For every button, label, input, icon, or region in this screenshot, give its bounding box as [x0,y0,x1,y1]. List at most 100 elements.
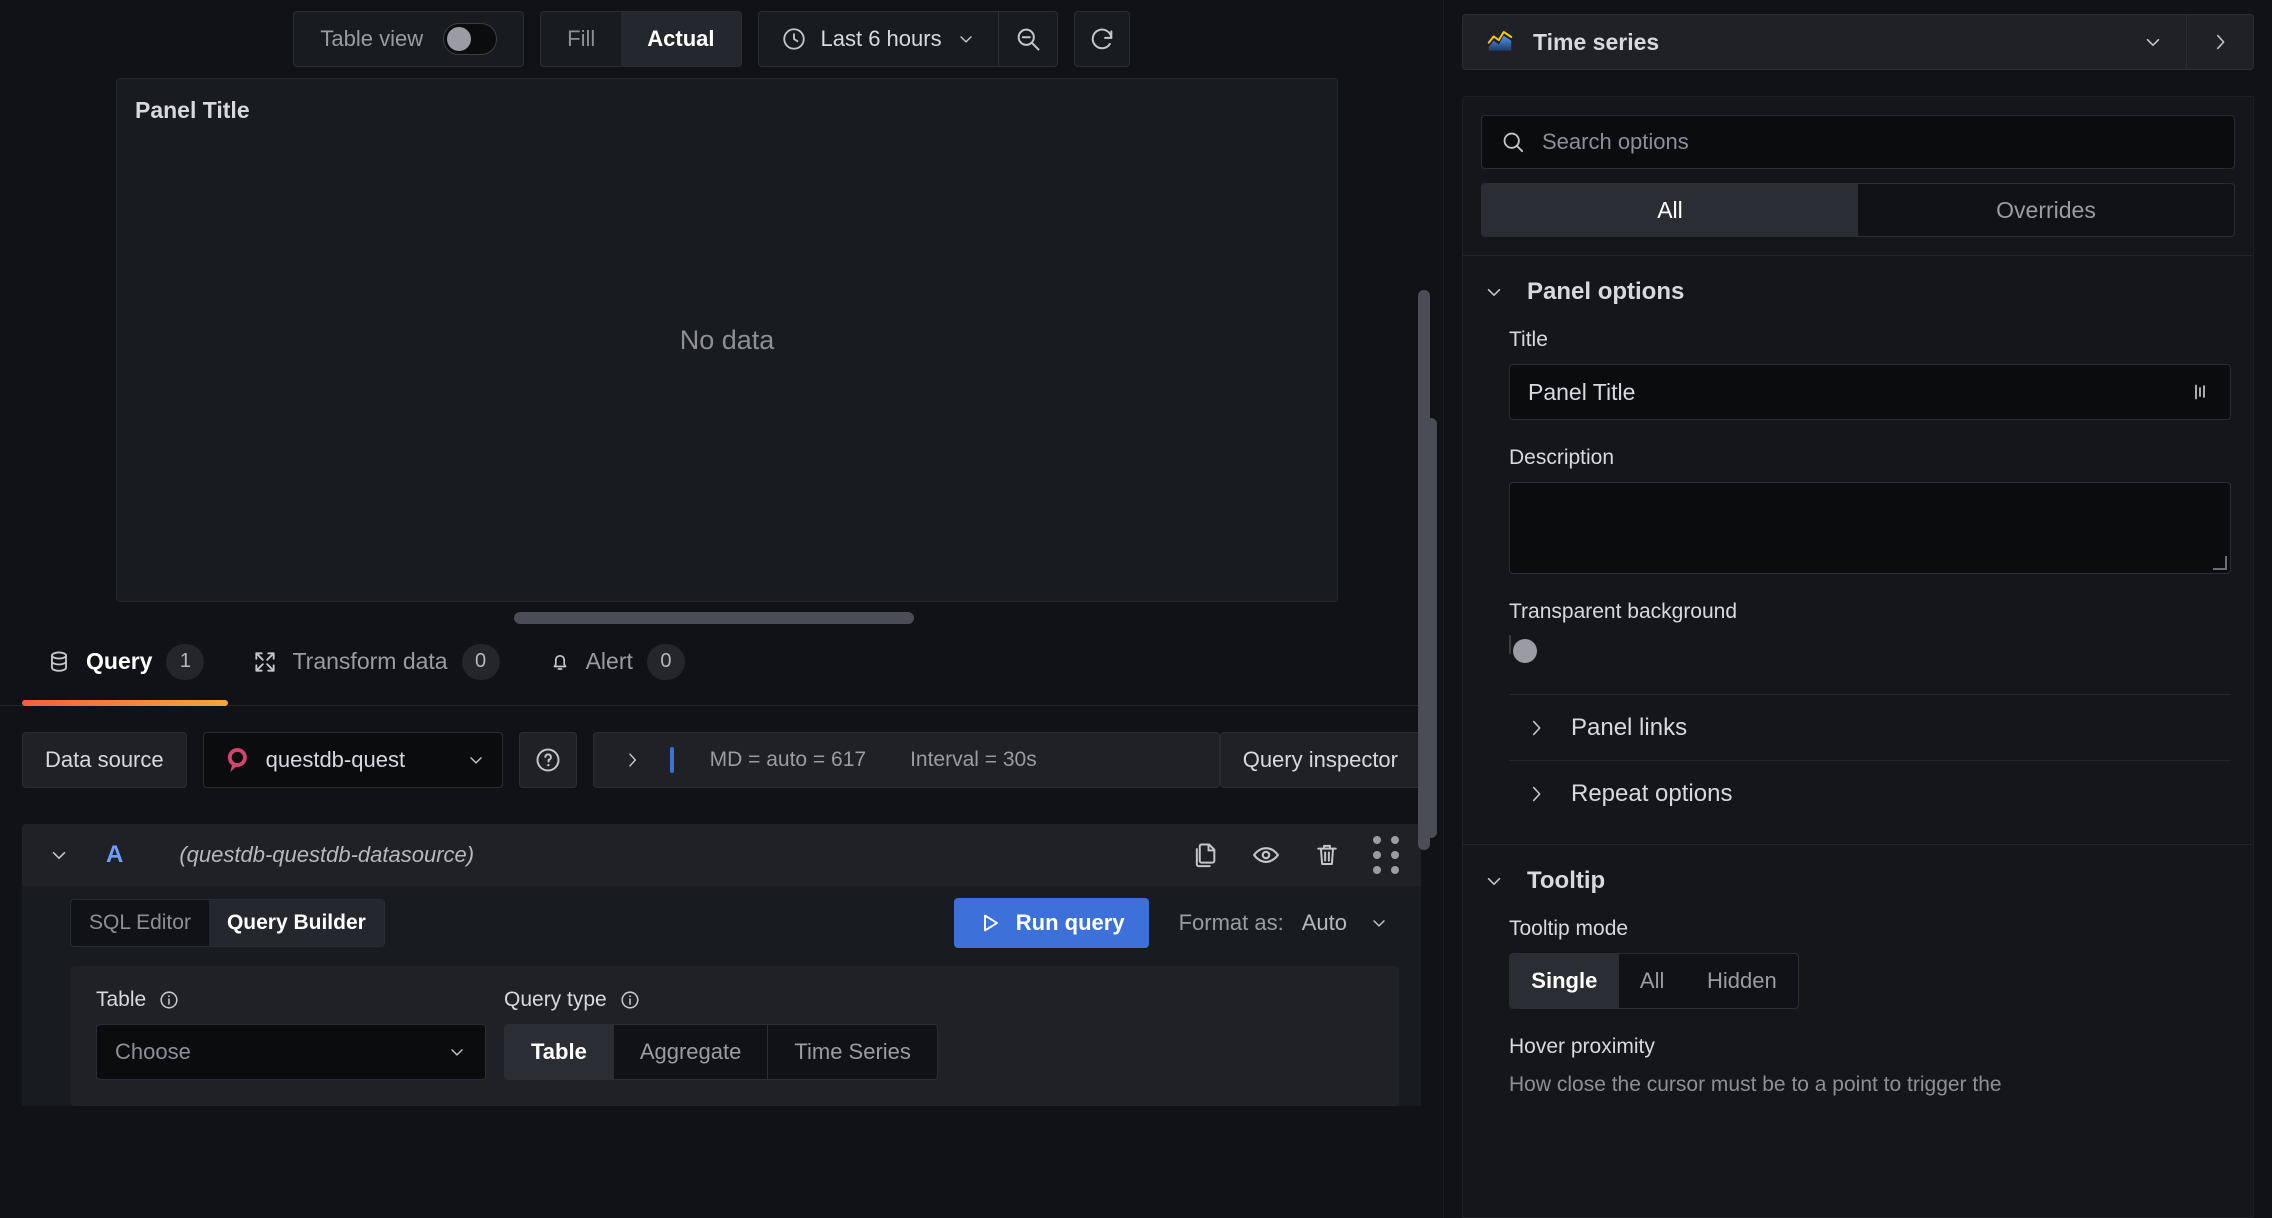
chevron-right-icon [2209,31,2231,53]
table-field-label-row: Table [96,988,486,1012]
search-options-box[interactable] [1481,115,2235,169]
info-circle-icon[interactable] [619,989,641,1011]
dashboard-variables-icon[interactable] [2188,380,2212,404]
chevron-down-icon [1483,870,1505,892]
tab-all[interactable]: All [1482,184,1858,236]
panel-options-title: Panel options [1527,278,1685,305]
query-type-label-row: Query type [504,988,938,1012]
chevron-down-icon[interactable] [48,844,70,866]
tab-transform-data[interactable]: Transform data 0 [228,634,523,705]
zoom-out-button[interactable] [999,12,1057,66]
datasource-help-button[interactable] [518,732,577,788]
datasource-name: questdb-quest [265,747,406,772]
query-type-field: Query type Table Aggregate Time Series [504,988,938,1080]
tooltip-mode-single[interactable]: Single [1510,954,1619,1008]
max-data-points-text: MD = auto = 617 [709,748,867,771]
table-view-toggle[interactable] [443,23,498,55]
query-editor-body: Data source questdb-quest MD = auto = 61… [0,706,1443,1218]
drag-handle-icon[interactable] [1373,836,1399,874]
resize-grip-icon[interactable] [2213,556,2227,570]
remove-query-icon[interactable] [1313,841,1341,869]
tooltip-mode-all[interactable]: All [1619,954,1686,1008]
tab-overrides[interactable]: Overrides [1858,184,2234,236]
options-list: All Overrides Panel options Title Panel … [1462,96,2254,1218]
panel-editor-left-pane: Table view Fill Actual Last 6 hours Pane… [0,0,1443,1218]
sql-editor-button[interactable]: SQL Editor [71,900,209,946]
clock-icon [781,26,807,52]
transparent-background-toggle[interactable] [1509,635,1537,663]
query-tab-bar: Query 1 Transform data 0 Alert 0 [0,634,1421,706]
filter-tabs-row: All Overrides [1463,181,2253,255]
tab-alert[interactable]: Alert 0 [524,634,709,705]
query-type-table[interactable]: Table [505,1025,614,1079]
panel-links-row[interactable]: Panel links [1509,694,2231,760]
repeat-options-label: Repeat options [1571,779,1733,807]
table-select[interactable]: Choose [96,1024,486,1080]
run-query-button[interactable]: Run query [953,898,1149,948]
time-range-label: Last 6 hours [820,26,942,51]
options-pane: Time series Search options All Overrides… [1418,0,2272,1218]
scrollbar-thumb[interactable] [513,612,914,624]
query-type-group: Table Aggregate Time Series [504,1024,938,1080]
info-circle-icon[interactable] [158,989,180,1011]
datasource-picker[interactable]: questdb-quest [202,732,503,788]
editor-toolbar: Table view Fill Actual Last 6 hours [0,0,1443,78]
tooltip-header[interactable]: Tooltip [1463,867,2253,895]
fill-button[interactable]: Fill [541,12,621,66]
panel-subsections: Panel links Repeat options [1509,694,2231,826]
preview-horizontal-scrollbar[interactable] [0,602,1443,634]
interval-text: Interval = 30s [910,748,1037,771]
panel-title-input[interactable]: Panel Title [1509,364,2231,420]
query-type-aggregate[interactable]: Aggregate [614,1025,769,1079]
hide-response-icon[interactable] [1251,840,1281,870]
filter-tabs: All Overrides [1481,183,2235,237]
query-inspector-button[interactable]: Query inspector [1219,732,1421,788]
tooltip-mode-group: Single All Hidden [1509,953,1799,1009]
repeat-options-row[interactable]: Repeat options [1509,760,2231,826]
panel-description-textarea[interactable] [1509,482,2231,574]
query-options-strip[interactable]: MD = auto = 617 Interval = 30s [592,732,1220,788]
panel-preview[interactable]: Panel Title No data [116,78,1338,602]
panel-options-section: Panel options Title Panel Title Descript… [1463,255,2253,844]
panel-preview-title: Panel Title [135,97,250,123]
actual-button[interactable]: Actual [621,12,741,66]
table-view-control[interactable]: Table view [293,11,525,67]
transform-icon [252,649,278,675]
collapse-options-pane-button[interactable] [2186,14,2254,70]
query-type-label: Query type [504,988,607,1011]
panel-options-header[interactable]: Panel options [1463,278,2253,306]
time-range-picker[interactable]: Last 6 hours [759,12,998,66]
chevron-right-icon[interactable] [608,750,656,770]
table-select-value: Choose [115,1039,191,1064]
query-builder-button[interactable]: Query Builder [208,900,384,946]
run-query-label: Run query [1015,910,1125,935]
search-options-input[interactable] [1542,129,2216,155]
query-type-time-series[interactable]: Time Series [768,1025,937,1079]
search-options-row [1463,97,2253,181]
visualization-picker[interactable]: Time series [1462,14,2186,70]
title-label: Title [1509,328,1548,351]
tooltip-mode-label: Tooltip mode [1509,917,1629,940]
visualization-name: Time series [1533,28,1660,55]
tab-query-label: Query [86,648,153,674]
panel-no-data-message: No data [679,324,775,355]
panel-title-value: Panel Title [1528,378,1636,405]
tooltip-section: Tooltip Tooltip mode Single All Hidden H… [1463,844,2253,1099]
tab-query[interactable]: Query 1 [22,634,229,706]
duplicate-query-icon[interactable] [1191,841,1219,869]
tooltip-mode-hidden[interactable]: Hidden [1686,954,1798,1008]
options-pane-scrollbar[interactable] [1418,290,1430,850]
tab-query-count: 1 [166,643,205,680]
query-ref-id[interactable]: A [106,841,123,869]
format-as-value: Auto [1301,910,1347,935]
format-as-select[interactable]: Auto [1302,910,1389,936]
chevron-right-icon [1525,783,1547,805]
refresh-button[interactable] [1073,11,1130,67]
toggle-knob [447,27,472,51]
panel-size-toggle-group: Fill Actual [540,11,742,67]
